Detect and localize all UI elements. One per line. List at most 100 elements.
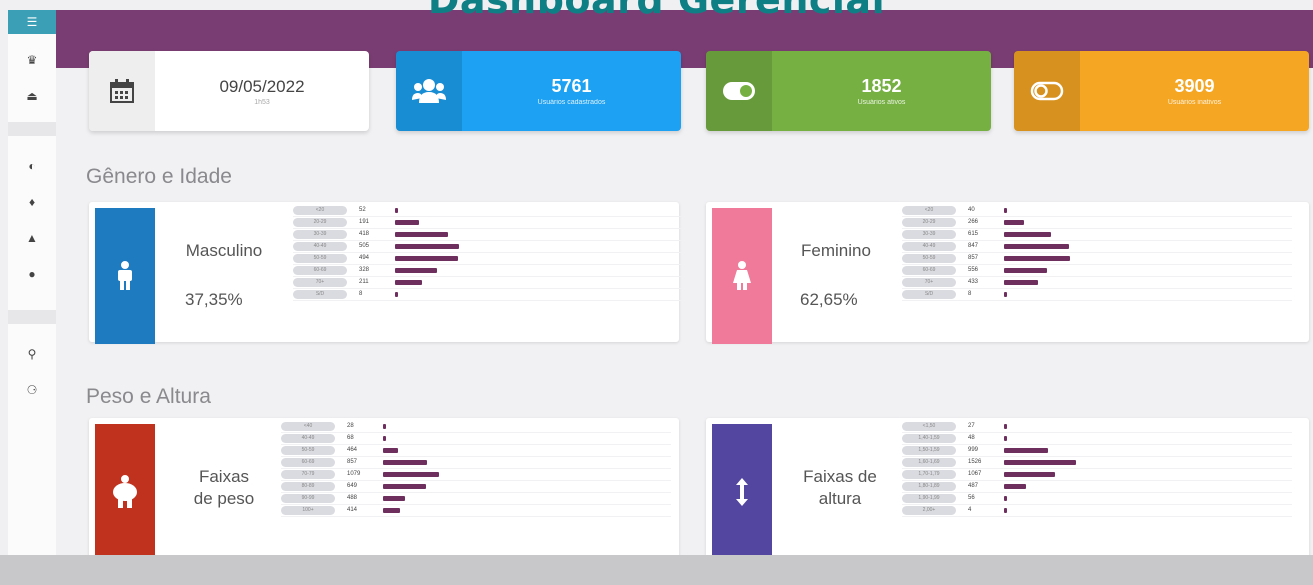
height-row: 1,50-1,59 999 <box>902 445 1292 457</box>
male-row: <20 52 <box>293 205 683 217</box>
female-count: 615 <box>968 231 979 237</box>
weight-count: 1079 <box>347 471 361 477</box>
key-icon[interactable]: ⚲ <box>8 342 56 366</box>
toggle-icon[interactable]: ◐ <box>8 154 56 178</box>
male-row: S/D 8 <box>293 289 683 301</box>
pin-icon[interactable]: ♦ <box>8 190 56 214</box>
female-range-label: 50-59 <box>902 254 956 263</box>
height-range-label: 1,70-1,79 <box>902 470 956 479</box>
circle-icon[interactable]: ● <box>8 262 56 286</box>
active-users-card[interactable]: 1852 Usuários ativos <box>706 51 991 131</box>
group-icon[interactable]: ▲ <box>8 226 56 250</box>
male-count: 328 <box>359 267 370 273</box>
sidebar-divider <box>8 122 56 136</box>
bottom-fade <box>0 555 1313 585</box>
height-bar <box>1004 508 1007 513</box>
weight-bar <box>383 472 439 477</box>
weight-bar <box>383 484 427 489</box>
height-count: 4 <box>968 507 972 513</box>
height-range-label: 1,60-1,69 <box>902 458 956 467</box>
height-count: 48 <box>968 435 975 441</box>
height-bar <box>1004 436 1007 441</box>
total-users-label: Usuários cadastrados <box>537 99 606 106</box>
male-range-label: 30-39 <box>293 230 347 239</box>
toggle-off-icon <box>1014 51 1080 131</box>
height-count: 1526 <box>968 459 982 465</box>
height-bar <box>1004 496 1007 501</box>
weight-row: 40-49 68 <box>281 433 671 445</box>
toggle-on-icon <box>706 51 772 131</box>
female-range-label: 30-39 <box>902 230 956 239</box>
height-label-line1: Faixas de <box>803 467 877 486</box>
weight-range-label: 50-59 <box>281 446 335 455</box>
height-row: 1,70-1,79 1067 <box>902 469 1292 481</box>
weight-row: 50-59 464 <box>281 445 671 457</box>
weight-row: 70-79 1079 <box>281 469 671 481</box>
weight-row: 100+ 414 <box>281 505 671 517</box>
male-icon <box>118 261 132 290</box>
male-count: 8 <box>359 291 363 297</box>
height-count: 1067 <box>968 471 982 477</box>
height-label-line2: altura <box>818 489 862 508</box>
total-users-card[interactable]: 5761 Usuários cadastrados <box>396 51 681 131</box>
weight-label: Faixas de peso <box>169 466 279 510</box>
male-range-label: 60-69 <box>293 266 347 275</box>
weight-bar <box>383 496 406 501</box>
inactive-users-card[interactable]: 3909 Usuários inativos <box>1014 51 1309 131</box>
female-count: 266 <box>968 219 979 225</box>
female-range-label: S/D <box>902 290 956 299</box>
weight-count: 464 <box>347 447 358 453</box>
female-count: 857 <box>968 255 979 261</box>
female-row: 30-39 615 <box>902 229 1292 241</box>
male-label: Masculino <box>185 241 263 260</box>
heavy-person-icon <box>113 475 137 508</box>
weight-panel: Faixas de peso <40 28 40-49 68 50-59 464 60-69… <box>89 418 679 560</box>
female-bar <box>1004 268 1047 273</box>
dashboard-content: 09/05/2022 1h53 5761 Usuários cadastrado… <box>56 51 1313 560</box>
height-bar <box>1004 448 1048 453</box>
weight-distribution: <40 28 40-49 68 50-59 464 60-69 857 70-79 1079 80-… <box>281 421 671 517</box>
female-count: 556 <box>968 267 979 273</box>
weight-range-label: 90-99 <box>281 494 335 503</box>
height-bar <box>1004 484 1027 489</box>
female-percent: 62,65% <box>800 290 858 309</box>
male-panel: Masculino 37,35% <20 52 20-29 191 30-39 418 40… <box>89 202 683 344</box>
height-row: <1,50 27 <box>902 421 1292 433</box>
male-range-label: 70+ <box>293 278 347 287</box>
male-range-label: S/D <box>293 290 347 299</box>
female-range-label: <20 <box>902 206 956 215</box>
male-count: 505 <box>359 243 370 249</box>
users-group-icon <box>396 51 462 131</box>
height-row: 1,40-1,59 48 <box>902 433 1292 445</box>
male-color-block <box>95 208 155 344</box>
height-distribution: <1,50 27 1,40-1,59 48 1,50-1,59 999 1,60-1,69 1… <box>902 421 1292 517</box>
weight-color-block <box>95 424 155 560</box>
female-bar <box>1004 220 1025 225</box>
upload-icon[interactable]: ⏏ <box>8 84 56 108</box>
female-row: S/D 8 <box>902 289 1292 301</box>
weight-count: 28 <box>347 423 354 429</box>
male-row: 50-59 494 <box>293 253 683 265</box>
vertical-arrows-icon <box>736 478 748 506</box>
weight-bar <box>383 436 386 441</box>
inactive-users-count: 3909 <box>1174 76 1215 96</box>
female-count: 8 <box>968 291 972 297</box>
male-age-distribution: <20 52 20-29 191 30-39 418 40-49 505 50-59 494 60-… <box>293 205 683 301</box>
weight-label-line1: Faixas <box>198 467 250 486</box>
height-count: 56 <box>968 495 975 501</box>
female-count: 847 <box>968 243 979 249</box>
female-row: 50-59 857 <box>902 253 1292 265</box>
female-row: 40-49 847 <box>902 241 1292 253</box>
height-bar <box>1004 460 1076 465</box>
height-row: 1,90-1,99 56 <box>902 493 1292 505</box>
users-icon[interactable]: ♛ <box>8 48 56 72</box>
height-row: 1,80-1,89 487 <box>902 481 1292 493</box>
weight-count: 68 <box>347 435 354 441</box>
weight-row: 90-99 488 <box>281 493 671 505</box>
date-card: 09/05/2022 1h53 <box>89 51 369 131</box>
female-bar <box>1004 292 1007 297</box>
height-range-label: 1,50-1,59 <box>902 446 956 455</box>
person-icon[interactable]: ⚆ <box>8 378 56 402</box>
current-time: 1h53 <box>254 98 270 106</box>
weight-bar <box>383 508 400 513</box>
